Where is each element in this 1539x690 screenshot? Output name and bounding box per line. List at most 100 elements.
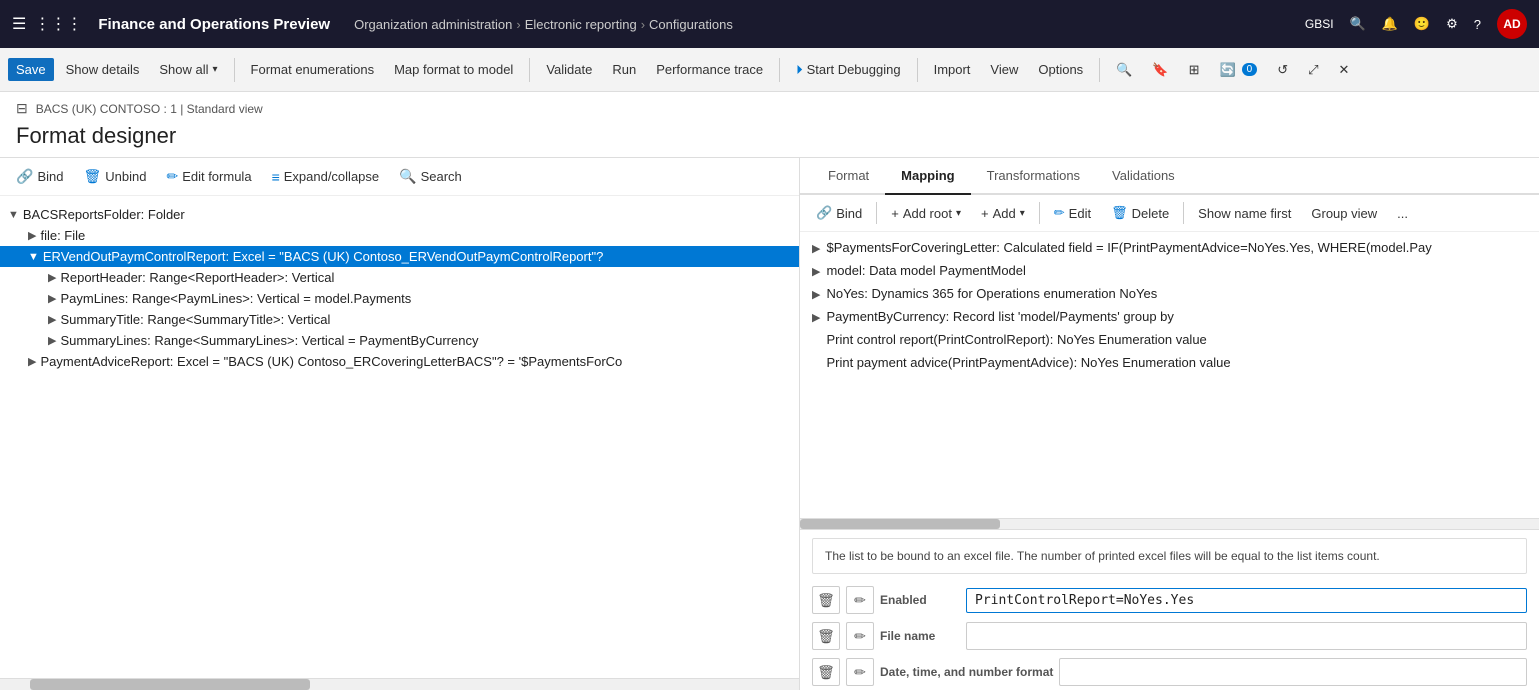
add-icon: + — [981, 206, 989, 221]
mapping-item[interactable]: ▶ PaymentByCurrency: Record list 'model/… — [800, 305, 1539, 328]
performance-trace-button[interactable]: Performance trace — [648, 58, 771, 81]
show-details-button[interactable]: Show details — [58, 58, 148, 81]
tree-item[interactable]: ▶ PaymentAdviceReport: Excel = "BACS (UK… — [0, 351, 799, 372]
formula-row-datetime: 🗑 ✏ Date, time, and number format — [800, 654, 1539, 690]
tab-transformations[interactable]: Transformations — [971, 158, 1096, 195]
notification-icon[interactable]: 🔔 — [1382, 16, 1398, 32]
run-button[interactable]: Run — [604, 58, 644, 81]
mapping-item[interactable]: ▶ model: Data model PaymentModel — [800, 259, 1539, 282]
import-button[interactable]: Import — [926, 58, 979, 81]
add-root-button[interactable]: + Add root ▾ — [883, 202, 969, 225]
breadcrumb: Organization administration › Electronic… — [354, 17, 733, 32]
tree-expand-icon-7[interactable]: ▶ — [48, 334, 56, 347]
mapping-content: ▶ $PaymentsForCoveringLetter: Calculated… — [800, 232, 1539, 690]
delete-filename-button[interactable]: 🗑 — [812, 622, 840, 650]
mapping-item[interactable]: ▶ Print control report(PrintControlRepor… — [800, 328, 1539, 351]
settings-icon[interactable]: ⚙ — [1446, 16, 1458, 32]
show-all-button[interactable]: Show all ▾ — [151, 58, 225, 81]
start-debugging-button[interactable]: ⏵ Start Debugging — [788, 58, 908, 82]
nav-icons: GBSI 🔍 🔔 🙂 ⚙ ? AD — [1305, 9, 1527, 39]
options-button[interactable]: Options — [1030, 58, 1091, 81]
datetime-label: Date, time, and number format — [880, 665, 1053, 679]
tree-item[interactable]: ▼ BACSReportsFolder: Folder — [0, 204, 799, 225]
mapping-item[interactable]: ▶ NoYes: Dynamics 365 for Operations enu… — [800, 282, 1539, 305]
tree-item[interactable]: ▶ SummaryTitle: Range<SummaryTitle>: Ver… — [0, 309, 799, 330]
datetime-input[interactable] — [1059, 658, 1527, 686]
tree-item[interactable]: ▶ PaymLines: Range<PaymLines>: Vertical … — [0, 288, 799, 309]
tree-hscroll-thumb[interactable] — [30, 679, 310, 690]
breadcrumb-org[interactable]: Organization administration — [354, 17, 512, 32]
edit-button[interactable]: ✏ Edit — [1046, 201, 1099, 225]
validate-button[interactable]: Validate — [538, 58, 600, 81]
avatar[interactable]: AD — [1497, 9, 1527, 39]
delete-enabled-button[interactable]: 🗑 — [812, 586, 840, 614]
mapping-expand-3[interactable]: ▶ — [812, 288, 820, 301]
mapping-item[interactable]: ▶ Print payment advice(PrintPaymentAdvic… — [800, 351, 1539, 374]
bind-icon-right: 🔗 — [816, 205, 832, 221]
tree-expand-icon-5[interactable]: ▶ — [48, 292, 56, 305]
tab-mapping[interactable]: Mapping — [885, 158, 970, 195]
delete-button[interactable]: 🗑 Delete — [1103, 201, 1177, 225]
edit-formula-button[interactable]: ✏ Edit formula — [158, 164, 259, 189]
refresh-button[interactable]: ↺ — [1269, 58, 1296, 82]
expand-collapse-button[interactable]: ≡ Expand/collapse — [264, 165, 388, 189]
toolbar-search-button[interactable]: 🔍 — [1108, 58, 1140, 82]
view-button[interactable]: View — [982, 58, 1026, 81]
tree-expand-icon-1[interactable]: ▼ — [8, 209, 19, 221]
badge-button[interactable]: 🔄 0 — [1211, 58, 1265, 82]
page-breadcrumb: ⊟ BACS (UK) CONTOSO : 1 | Standard view — [0, 92, 1539, 119]
tree-item[interactable]: ▶ file: File — [0, 225, 799, 246]
save-button[interactable]: Save — [8, 58, 54, 81]
hamburger-icon[interactable]: ☰ — [12, 14, 26, 34]
enabled-value[interactable]: PrintControlReport=NoYes.Yes — [966, 588, 1527, 613]
show-name-first-button[interactable]: Show name first — [1190, 202, 1299, 225]
tree-expand-icon-6[interactable]: ▶ — [48, 313, 56, 326]
mapping-tree[interactable]: ▶ $PaymentsForCoveringLetter: Calculated… — [800, 232, 1539, 518]
close-button[interactable]: ✕ — [1331, 58, 1358, 82]
tree-item[interactable]: ▶ SummaryLines: Range<SummaryLines>: Ver… — [0, 330, 799, 351]
help-icon[interactable]: ? — [1474, 17, 1481, 32]
tree-container[interactable]: ▼ BACSReportsFolder: Folder ▶ file: File… — [0, 196, 799, 678]
maximize-button[interactable]: ⤢ — [1300, 58, 1326, 82]
filename-input[interactable] — [966, 622, 1527, 650]
smiley-icon[interactable]: 🙂 — [1414, 16, 1430, 32]
unbind-button[interactable]: 🗑 Unbind — [75, 164, 154, 189]
mapping-item[interactable]: ▶ $PaymentsForCoveringLetter: Calculated… — [800, 236, 1539, 259]
layout-icon-button[interactable]: ⊞ — [1181, 58, 1208, 82]
more-options-button[interactable]: ... — [1389, 202, 1416, 225]
tab-validations[interactable]: Validations — [1096, 158, 1191, 195]
delete-datetime-button[interactable]: 🗑 — [812, 658, 840, 686]
bind-button-left[interactable]: 🔗 Bind — [8, 164, 71, 189]
tree-item[interactable]: ▶ ReportHeader: Range<ReportHeader>: Ver… — [0, 267, 799, 288]
tree-expand-icon-8[interactable]: ▶ — [28, 355, 36, 368]
edit-enabled-button[interactable]: ✏ — [846, 586, 874, 614]
edit-filename-button[interactable]: ✏ — [846, 622, 874, 650]
search-button-left[interactable]: 🔍 Search — [391, 164, 470, 189]
tree-expand-icon-3[interactable]: ▼ — [28, 251, 39, 263]
search-icon[interactable]: 🔍 — [1350, 16, 1366, 32]
breadcrumb-er[interactable]: Electronic reporting — [525, 17, 637, 32]
app-grid-icon[interactable]: ⋮⋮⋮ — [34, 14, 82, 34]
filter-icon[interactable]: ⊟ — [16, 100, 28, 117]
group-view-button[interactable]: Group view — [1303, 202, 1385, 225]
tab-format[interactable]: Format — [812, 158, 885, 195]
left-panel: 🔗 Bind 🗑 Unbind ✏ Edit formula ≡ Expand/… — [0, 158, 800, 690]
tree-hscrollbar[interactable] — [0, 678, 799, 690]
bookmark-icon-button[interactable]: 🔖 — [1144, 58, 1176, 82]
mapping-expand-2[interactable]: ▶ — [812, 265, 820, 278]
add-button[interactable]: + Add ▾ — [973, 202, 1033, 225]
breadcrumb-config[interactable]: Configurations — [649, 17, 733, 32]
format-enumerations-button[interactable]: Format enumerations — [243, 58, 383, 81]
edit-datetime-button[interactable]: ✏ — [846, 658, 874, 686]
map-format-to-model-button[interactable]: Map format to model — [386, 58, 521, 81]
mapping-hscrollbar[interactable] — [800, 518, 1539, 530]
tree-item-text: SummaryTitle: Range<SummaryTitle>: Verti… — [60, 312, 330, 327]
bind-icon-left: 🔗 — [16, 168, 33, 185]
tree-item-selected[interactable]: ▼ ERVendOutPaymControlReport: Excel = "B… — [0, 246, 799, 267]
mapping-expand-4[interactable]: ▶ — [812, 311, 820, 324]
tree-expand-icon-4[interactable]: ▶ — [48, 271, 56, 284]
bind-button-right[interactable]: 🔗 Bind — [808, 201, 870, 225]
mapping-expand-1[interactable]: ▶ — [812, 242, 820, 255]
tree-expand-icon-2[interactable]: ▶ — [28, 229, 36, 242]
mapping-hscroll-thumb[interactable] — [800, 519, 1000, 529]
